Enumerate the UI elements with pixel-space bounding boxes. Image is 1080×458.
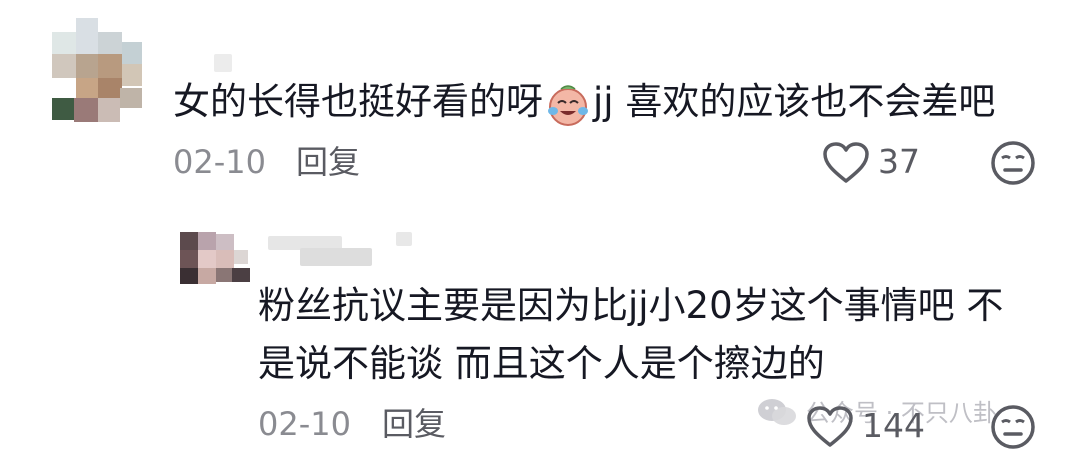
replier-name-blur-2 xyxy=(300,248,372,266)
dislike-button[interactable] xyxy=(990,140,1036,186)
neutral-face-icon xyxy=(991,141,1035,185)
heart-icon xyxy=(807,406,853,447)
like-button[interactable]: 37 xyxy=(822,140,932,186)
replier-name-blur-3 xyxy=(396,232,412,246)
wechat-logo-icon xyxy=(756,396,798,428)
commenter-avatar[interactable] xyxy=(52,18,144,122)
reply-like-button[interactable]: 144 xyxy=(806,404,936,450)
commenter-name[interactable] xyxy=(214,54,232,72)
reply-reply-button[interactable]: 回复 xyxy=(382,404,446,444)
crying-laughing-emoji xyxy=(545,81,591,127)
replier-avatar[interactable] xyxy=(180,232,250,284)
reply-dislike-button[interactable] xyxy=(990,404,1036,450)
reply-date: 02-10 xyxy=(258,405,351,443)
reply-button[interactable]: 回复 xyxy=(296,142,360,182)
reply-like-count: 144 xyxy=(862,406,925,445)
like-count: 37 xyxy=(878,142,920,181)
comment-date: 02-10 xyxy=(173,143,266,181)
reply-text-line-1: 粉丝抗议主要是因为比jj小20岁这个事情吧 不 xyxy=(258,284,1004,327)
heart-icon xyxy=(823,142,869,183)
reply-text-line-2: 是说不能谈 而且这个人是个擦边的 xyxy=(258,342,825,385)
neutral-face-icon xyxy=(991,405,1035,449)
comment-text: 女的长得也挺好看的呀 jj 喜欢的应该也不会差吧 xyxy=(173,76,995,128)
